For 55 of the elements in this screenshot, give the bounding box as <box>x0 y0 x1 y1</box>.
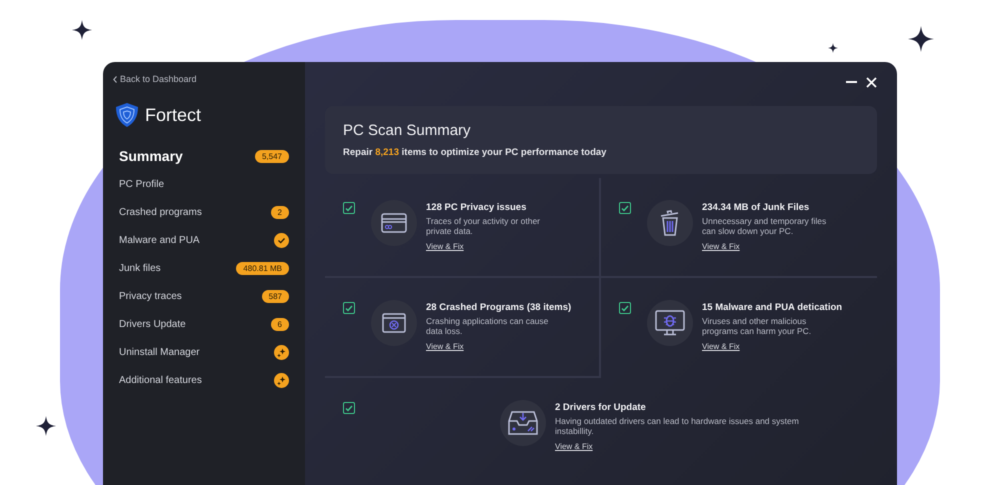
view-fix-link[interactable]: View & Fix <box>555 442 593 451</box>
app-name: Fortect <box>145 104 202 126</box>
sidebar-item[interactable]: Drivers Update 6 <box>119 310 289 338</box>
sidebar-item[interactable]: PC Profile <box>119 170 289 198</box>
count-badge: 2 <box>270 206 289 218</box>
sidebar-item[interactable]: Malware and PUA <box>119 226 289 254</box>
sidebar-item[interactable]: Crashed programs 2 <box>119 198 289 226</box>
card-icon <box>381 213 407 233</box>
chevron-left-icon <box>113 76 117 82</box>
issue-description: Traces of your activity or other private data. <box>426 217 542 237</box>
sidebar-item[interactable]: Uninstall Manager <box>119 338 289 366</box>
sidebar-item[interactable]: Additional features <box>119 366 289 394</box>
sparkle-icon <box>72 20 92 40</box>
count-badge: 480.81 MB <box>236 262 289 274</box>
issue-description: Unnecessary and temporary files can slow down your PC. <box>702 217 828 237</box>
count-badge: 5,547 <box>254 150 289 162</box>
checkbox[interactable] <box>343 402 355 414</box>
sidebar-item[interactable]: Privacy traces 587 <box>119 282 289 310</box>
shield-logo-icon <box>115 102 139 128</box>
sidebar-item[interactable]: Junk files 480.81 MB <box>119 254 289 282</box>
issue-description: Viruses and other malicious programs can harm your PC. <box>702 317 812 337</box>
close-icon <box>866 76 876 88</box>
back-link[interactable]: Back to Dashboard <box>113 74 197 84</box>
issue-title: 15 Malware and PUA detication <box>702 302 842 313</box>
sparkle-icon <box>828 43 838 53</box>
view-fix-link[interactable]: View & Fix <box>702 242 740 251</box>
sparkle-badge-icon <box>274 372 289 388</box>
sparkle-badge-icon <box>274 344 289 360</box>
issue-description: Crashing applications can cause data loss. <box>426 317 550 337</box>
issue-title: 128 PC Privacy issues <box>426 202 526 213</box>
window-error-icon <box>382 313 406 333</box>
view-fix-link[interactable]: View & Fix <box>426 342 464 351</box>
summary-text: Repair 8,213 items to optimize your PC performance today <box>343 147 608 158</box>
issue-title: 2 Drivers for Update <box>555 402 646 413</box>
sidebar-item[interactable]: Summary 5,547 <box>119 142 289 170</box>
close-button[interactable] <box>865 76 877 88</box>
checkbox[interactable] <box>343 302 355 314</box>
monitor-bug-icon <box>655 310 685 336</box>
checkbox[interactable] <box>619 202 631 214</box>
drive-download-icon <box>508 411 538 435</box>
issue-title: 234.34 MB of Junk Files <box>702 202 810 213</box>
issue-title: 28 Crashed Programs (38 items) <box>426 302 572 313</box>
view-fix-link[interactable]: View & Fix <box>426 242 464 251</box>
sparkle-icon <box>36 416 56 436</box>
trash-icon <box>660 210 680 236</box>
minimize-icon <box>846 81 856 83</box>
count-badge: 6 <box>270 318 289 330</box>
checkbox[interactable] <box>619 302 631 314</box>
sparkle-icon <box>908 26 934 52</box>
summary-title: PC Scan Summary <box>343 122 472 139</box>
issue-description: Having outdated drivers can lead to hardware issues and system instabillity. <box>555 417 800 437</box>
count-badge: 587 <box>262 290 289 302</box>
checkbox[interactable] <box>343 202 355 214</box>
view-fix-link[interactable]: View & Fix <box>702 342 740 351</box>
check-badge-icon <box>274 232 289 248</box>
